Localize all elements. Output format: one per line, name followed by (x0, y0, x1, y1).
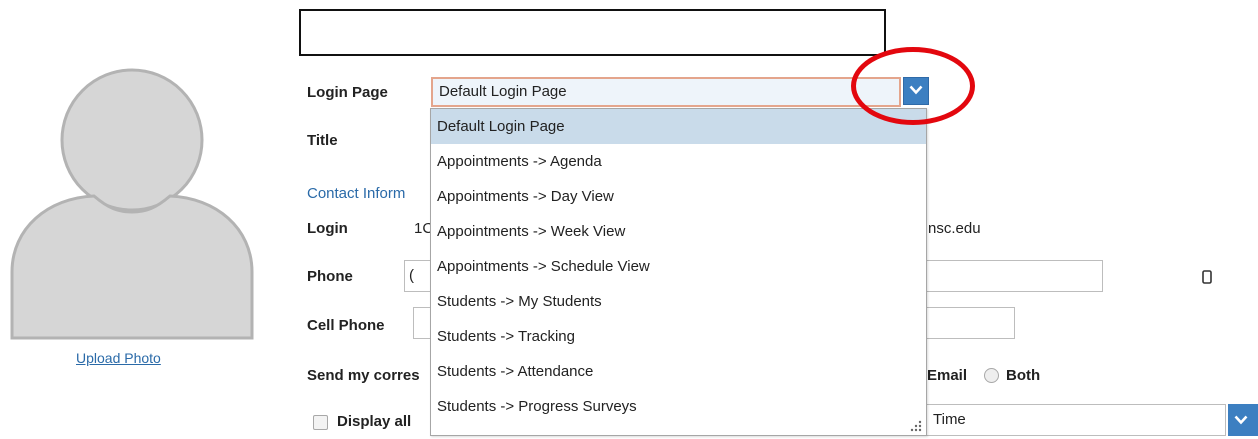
login-value-end: nsc.edu (928, 220, 981, 237)
dropdown-option-agenda[interactable]: Appointments -> Agenda (431, 144, 926, 179)
phone-input-left[interactable]: ( (404, 260, 432, 292)
time-select[interactable]: Time (926, 404, 1226, 436)
dropdown-option-attendance[interactable]: Students -> Attendance (431, 354, 926, 389)
login-page-label: Login Page (307, 84, 388, 101)
dropdown-option-tracking[interactable]: Students -> Tracking (431, 319, 926, 354)
send-correspondence-label: Send my corres (307, 367, 420, 384)
display-all-checkbox[interactable] (313, 415, 328, 430)
dropdown-option-progress-surveys[interactable]: Students -> Progress Surveys (431, 389, 926, 424)
phone-input-value: ( (409, 267, 414, 284)
login-page-dropdown-list[interactable]: Default Login Page Appointments -> Agend… (430, 108, 927, 436)
upload-photo-link[interactable]: Upload Photo (76, 350, 186, 366)
login-label: Login (307, 220, 348, 237)
cell-phone-input-right[interactable] (926, 307, 1015, 339)
cell-phone-label: Cell Phone (307, 317, 385, 334)
dropdown-option-my-students[interactable]: Students -> My Students (431, 284, 926, 319)
title-label: Title (307, 132, 338, 149)
login-page-select[interactable]: Default Login Page (431, 77, 901, 107)
dropdown-option-day-view[interactable]: Appointments -> Day View (431, 179, 926, 214)
time-dropdown-button[interactable] (1228, 404, 1258, 436)
chevron-down-icon (909, 85, 923, 95)
contact-info-heading: Contact Inform (307, 185, 406, 202)
phone-input-right[interactable] (926, 260, 1103, 292)
both-radio[interactable] (984, 368, 999, 383)
top-field[interactable] (299, 9, 886, 56)
dropdown-option-week-view[interactable]: Appointments -> Week View (431, 214, 926, 249)
resize-grip-icon[interactable] (908, 418, 924, 434)
chevron-down-icon (1234, 415, 1248, 425)
time-select-value: Time (933, 411, 966, 428)
phone-label: Phone (307, 268, 353, 285)
email-option-label[interactable]: Email (927, 367, 967, 384)
display-all-label: Display all (337, 413, 412, 430)
login-page-select-value: Default Login Page (439, 83, 567, 100)
avatar (8, 62, 256, 342)
user-placeholder-icon (10, 68, 254, 340)
login-page-dropdown-button[interactable] (903, 77, 929, 105)
both-option-label[interactable]: Both (1006, 367, 1040, 384)
dropdown-option-default[interactable]: Default Login Page (431, 109, 926, 144)
dropdown-option-schedule-view[interactable]: Appointments -> Schedule View (431, 249, 926, 284)
mobile-phone-icon[interactable] (1202, 270, 1212, 289)
